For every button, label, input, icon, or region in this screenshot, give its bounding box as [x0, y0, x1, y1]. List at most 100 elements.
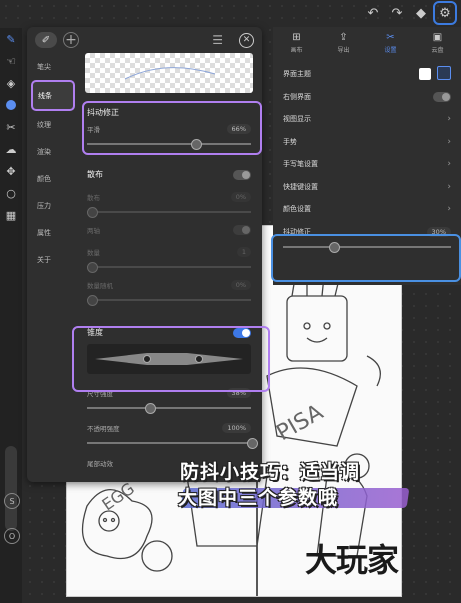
count-slider[interactable]: [87, 262, 251, 273]
redo-icon[interactable]: ↷: [387, 3, 407, 23]
settings-row-right-ui[interactable]: 右侧界面: [273, 86, 461, 109]
tab-canvas[interactable]: ⊞ 画布: [273, 27, 320, 59]
tab-label: 设置: [384, 47, 397, 54]
row-label: 视图显示: [283, 115, 311, 124]
chevron-right-icon: ›: [447, 181, 451, 192]
opacity-strength-slider[interactable]: [87, 438, 258, 449]
row-label: 手写笔设置: [283, 160, 318, 169]
category-item[interactable]: 颜色: [27, 165, 79, 192]
count-random-value: 0%: [230, 280, 251, 290]
category-item[interactable]: 笔尖: [27, 53, 79, 80]
caption-line-1: 防抖小技巧：适当调: [180, 461, 361, 483]
right-ui-toggle[interactable]: [433, 91, 451, 102]
slider-knob[interactable]: [87, 207, 98, 218]
row-label: 手势: [283, 137, 297, 146]
tab-label: 导出: [337, 47, 350, 54]
chevron-right-icon: ›: [447, 136, 451, 147]
tail-effect-label: 尾部动效: [87, 460, 113, 468]
scatter-title: 散布: [87, 170, 103, 179]
category-item[interactable]: 关于: [27, 246, 79, 273]
tool-strip: ✎ ☜ ◈ ✂ ☁ ✥ ○ ▦ S O: [0, 28, 22, 603]
scatter-slider[interactable]: [87, 207, 251, 218]
size-strength-slider[interactable]: [87, 403, 251, 414]
brush-panel-header: ✐ + ☰ ✕: [27, 27, 262, 53]
slider-knob[interactable]: [87, 262, 98, 273]
slider-knob[interactable]: [87, 295, 98, 306]
tools-icon: ✂: [386, 32, 395, 43]
brush-settings-panel: ✐ + ☰ ✕ 笔尖 线条 纹理 渲染 颜色 压力 属性 关于 抖动修正 平滑 …: [27, 27, 270, 482]
caption-line-2: 大图中三个参数哦: [178, 487, 339, 509]
taper-highlight: [72, 326, 270, 392]
theme-dark-swatch[interactable]: [437, 66, 451, 81]
category-list: 笔尖 线条 纹理 渲染 颜色 压力 属性 关于: [27, 53, 79, 273]
undo-icon[interactable]: ↶: [363, 3, 383, 23]
tab-label: 云盘: [431, 47, 444, 54]
selection-icon[interactable]: ✂: [0, 116, 22, 138]
row-label: 右侧界面: [283, 92, 311, 101]
canvas-icon: ⊞: [292, 32, 301, 43]
settings-panel: ⊞ 画布 ⇪ 导出 ✂ 设置 ▣ 云盘 界面主题 右侧界面 视图显示 › 手势 › 手写笔设…: [271, 27, 461, 285]
settings-row-theme[interactable]: 界面主题: [273, 63, 461, 86]
opacity-strength-label: 不透明强度: [87, 425, 120, 433]
settings-row-view[interactable]: 视图显示 ›: [273, 108, 461, 131]
stroke-preview-line: [124, 67, 216, 80]
stroke-preview: [85, 53, 253, 93]
transform-icon[interactable]: ✥: [0, 160, 22, 182]
color-dot-icon[interactable]: [0, 94, 22, 116]
settings-row-gestures[interactable]: 手势 ›: [273, 131, 461, 154]
category-item-selected[interactable]: 线条: [31, 80, 75, 111]
lasso-icon[interactable]: ☁: [0, 138, 22, 160]
brush-tool-icon[interactable]: ✎: [0, 28, 22, 50]
eraser-icon[interactable]: ◈: [0, 72, 22, 94]
gear-icon[interactable]: ⚙: [433, 1, 457, 25]
menu-icon[interactable]: ☰: [212, 33, 223, 47]
row-label: 快捷键设置: [283, 182, 318, 191]
tab-label: 画布: [290, 47, 303, 54]
add-icon[interactable]: +: [63, 32, 79, 48]
svg-text:EGG: EGG: [98, 479, 137, 515]
export-icon: ⇪: [339, 32, 348, 43]
count-random-label: 数量随机: [87, 282, 113, 290]
settings-row-shortcuts[interactable]: 快捷键设置 ›: [273, 176, 461, 199]
category-item[interactable]: 压力: [27, 192, 79, 219]
settings-stabilization-highlight: [271, 234, 461, 282]
theme-light-swatch[interactable]: [419, 68, 431, 81]
brush-pen-icon[interactable]: ✐: [35, 32, 57, 48]
chevron-right-icon: ›: [447, 204, 451, 215]
tab-export[interactable]: ⇪ 导出: [320, 27, 367, 59]
opacity-value-icon[interactable]: O: [4, 528, 20, 544]
slider-knob[interactable]: [247, 438, 258, 449]
settings-row-stylus[interactable]: 手写笔设置 ›: [273, 153, 461, 176]
scatter-label: 散布: [87, 194, 100, 202]
two-axis-toggle[interactable]: [233, 225, 251, 235]
two-axis-label: 两轴: [87, 227, 100, 235]
scatter-value: 0%: [230, 192, 251, 202]
brush-size-slider[interactable]: [5, 446, 17, 531]
watermark-logo: 大玩家: [305, 541, 399, 579]
close-icon[interactable]: ✕: [239, 32, 254, 48]
count-random-slider[interactable]: [87, 295, 251, 306]
row-label: 界面主题: [283, 70, 311, 79]
cloud-folder-icon: ▣: [432, 32, 443, 43]
count-value: 1: [236, 247, 251, 257]
category-item[interactable]: 纹理: [27, 111, 79, 138]
settings-tabs: ⊞ 画布 ⇪ 导出 ✂ 设置 ▣ 云盘: [273, 27, 461, 59]
stabilization-highlight: [82, 101, 262, 155]
scatter-toggle[interactable]: [233, 169, 251, 180]
row-label: 颜色设置: [283, 205, 311, 214]
size-value-icon[interactable]: S: [4, 493, 20, 509]
category-item[interactable]: 渲染: [27, 138, 79, 165]
fill-icon[interactable]: ▦: [0, 204, 22, 226]
slider-knob[interactable]: [145, 403, 157, 414]
category-item[interactable]: 属性: [27, 219, 79, 246]
tab-settings[interactable]: ✂ 设置: [367, 27, 414, 59]
count-label: 数量: [87, 249, 100, 257]
tab-cloud[interactable]: ▣ 云盘: [414, 27, 461, 59]
settings-row-color[interactable]: 颜色设置 ›: [273, 198, 461, 221]
smudge-tool-icon[interactable]: ☜: [0, 50, 22, 72]
chevron-right-icon: ›: [447, 114, 451, 125]
opacity-strength-value: 100%: [222, 423, 251, 433]
top-toolbar: ↶ ↷ ◆ ⚙: [325, 0, 461, 26]
layers-icon[interactable]: ◆: [411, 3, 431, 23]
shape-icon[interactable]: ○: [0, 182, 22, 204]
